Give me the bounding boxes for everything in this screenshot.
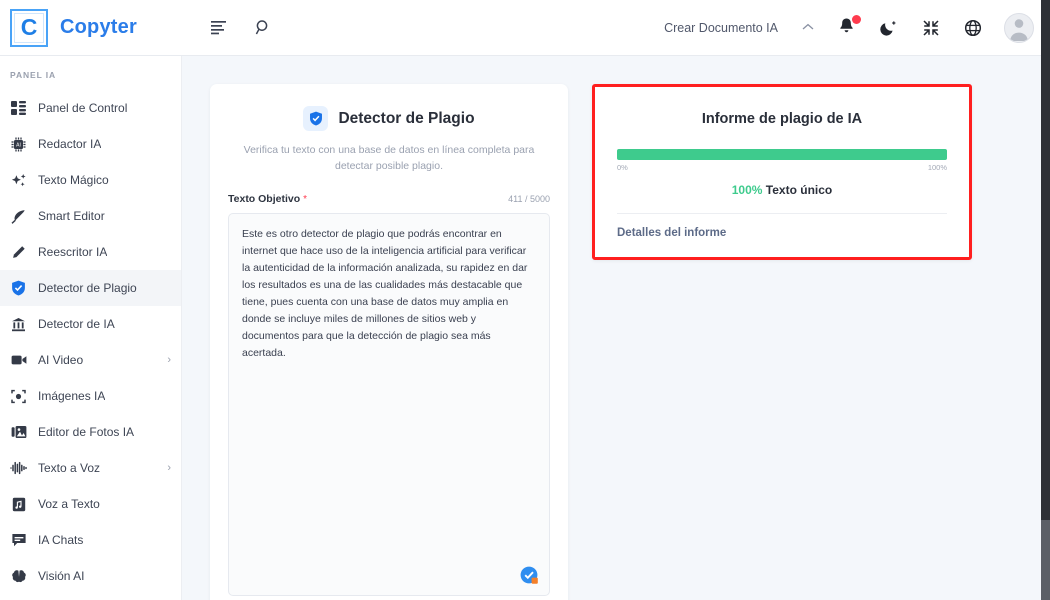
target-text-input[interactable]: Este es otro detector de plagio que podr… <box>228 212 550 596</box>
sidebar-item-detector-de-plagio[interactable]: Detector de Plagio <box>0 270 181 306</box>
report-details-link[interactable]: Detalles del informe <box>617 227 947 239</box>
photo-edit-icon <box>10 425 27 439</box>
sidebar-item-label: IA Chats <box>38 533 84 547</box>
image-frame-icon <box>10 389 27 404</box>
pencil-icon <box>10 245 27 260</box>
sidebar-item-ia-chats[interactable]: IA Chats <box>0 522 181 558</box>
divider <box>617 213 947 214</box>
feather-pen-icon <box>10 209 27 224</box>
sidebar-item-label: Reescritor IA <box>38 245 108 259</box>
scale-max-label: 100% <box>927 163 947 172</box>
sidebar-item-reescritor-ia[interactable]: Reescritor IA <box>0 234 181 270</box>
header-icon-group <box>182 17 274 39</box>
dashboard-icon <box>10 101 27 115</box>
sidebar-item-label: Smart Editor <box>38 209 105 223</box>
notifications-button[interactable] <box>838 14 861 39</box>
progress-scale: 0% 100% <box>617 163 947 172</box>
sidebar-item-label: Imágenes IA <box>38 389 106 403</box>
sidebar-item-texto-a-voz[interactable]: Texto a Voz › <box>0 450 181 486</box>
list-lines-icon[interactable] <box>208 17 230 39</box>
shield-check-icon <box>10 280 27 296</box>
chevron-right-icon: › <box>167 354 171 366</box>
sidebar-item-label: Texto Mágico <box>38 173 109 187</box>
page-body: PANEL IA Panel de Control AI Redactor IA… <box>0 56 1050 600</box>
sidebar-item-label: AI Video <box>38 353 84 367</box>
header-actions: Crear Documento IA <box>664 12 1050 43</box>
score-line: 100% Texto único <box>617 183 947 197</box>
bank-ai-icon <box>10 317 27 332</box>
app-root: C Copyter Crear Documento IA PANEL IA Pa… <box>0 0 1050 600</box>
sidebar-item-label: Texto a Voz <box>38 461 101 475</box>
sidebar-item-label: Panel de Control <box>38 101 128 115</box>
sidebar-item-vision-ai[interactable]: Visión AI <box>0 558 181 594</box>
sidebar-section-label: PANEL IA <box>10 70 57 80</box>
brain-icon <box>10 569 27 584</box>
main-content: Detector de Plagio Verifica tu texto con… <box>182 56 1050 600</box>
collapse-arrows-icon[interactable] <box>920 17 942 39</box>
score-percent: 100% <box>731 183 763 197</box>
svg-text:AI: AI <box>16 142 21 148</box>
top-header: C Copyter Crear Documento IA <box>0 0 1050 56</box>
logo-letter: C <box>20 14 38 40</box>
waveform-icon <box>10 461 27 475</box>
sidebar-item-editor-de-fotos-ia[interactable]: Editor de Fotos IA <box>0 414 181 450</box>
sidebar-item-label: Detector de IA <box>38 317 115 331</box>
chat-bubble-icon <box>10 533 27 547</box>
moon-icon[interactable] <box>878 17 900 39</box>
brand-logo[interactable]: C Copyter <box>0 8 182 47</box>
chevron-right-icon: › <box>167 462 171 474</box>
notification-dot <box>852 14 861 24</box>
page-title: Detector de Plagio <box>338 109 475 127</box>
chip-ai-icon: AI <box>10 137 27 152</box>
sidebar-item-label: Visión AI <box>38 569 85 583</box>
plagiarism-detector-card: Detector de Plagio Verifica tu texto con… <box>210 84 568 600</box>
video-camera-icon <box>10 354 27 366</box>
report-card-wrapper: Informe de plagio de IA 0% 100% 100% Tex… <box>592 84 972 260</box>
sidebar-item-label: Redactor IA <box>38 137 102 151</box>
sidebar-item-detector-de-ia[interactable]: Detector de IA <box>0 306 181 342</box>
sidebar-item-label: Detector de Plagio <box>38 281 137 295</box>
sidebar-item-texto-magico[interactable]: Texto Mágico <box>0 162 181 198</box>
sidebar-item-redactor-ia[interactable]: AI Redactor IA <box>0 126 181 162</box>
required-marker: * <box>303 193 308 205</box>
user-avatar-icon[interactable] <box>1004 12 1034 43</box>
sidebar-item-ai-video[interactable]: AI Video › <box>0 342 181 378</box>
scrollbar-thumb[interactable] <box>1041 0 1050 520</box>
score-label: Texto único <box>765 183 833 197</box>
create-document-button[interactable]: Crear Documento IA <box>664 21 778 35</box>
logo-mark: C <box>10 8 48 47</box>
sidebar-item-smart-editor[interactable]: Smart Editor <box>0 198 181 234</box>
progress-fill <box>617 149 947 160</box>
globe-icon[interactable] <box>962 17 984 39</box>
sidebar-item-label: Voz a Texto <box>38 497 100 511</box>
report-title: Informe de plagio de IA <box>701 111 863 127</box>
character-counter: 411 / 5000 <box>508 193 550 204</box>
grammar-check-badge-icon[interactable] <box>520 566 539 585</box>
sidebar-item-label: Editor de Fotos IA <box>38 425 135 439</box>
shield-check-icon <box>303 106 329 131</box>
card-header: Detector de Plagio <box>228 106 550 131</box>
ai-plagiarism-report-card: Informe de plagio de IA 0% 100% 100% Tex… <box>592 84 972 260</box>
search-icon[interactable] <box>252 17 274 39</box>
field-header: Texto Objetivo * 411 / 5000 <box>228 193 550 205</box>
page-scrollbar[interactable] <box>1041 0 1050 600</box>
chevron-up-icon[interactable] <box>798 22 818 34</box>
sidebar-item-voz-a-texto[interactable]: Voz a Texto <box>0 486 181 522</box>
brand-name: Copyter <box>60 16 137 38</box>
target-text-value: Este es otro detector de plagio que podr… <box>242 227 528 359</box>
sidebar-item-panel-de-control[interactable]: Panel de Control <box>0 90 181 126</box>
sidebar: PANEL IA Panel de Control AI Redactor IA… <box>0 56 182 600</box>
magic-sparkle-icon <box>10 173 27 188</box>
uniqueness-progress-bar <box>617 149 947 160</box>
card-subtitle: Verifica tu texto con una base de datos … <box>243 144 535 172</box>
scale-min-label: 0% <box>617 163 628 172</box>
audio-file-icon <box>10 497 27 512</box>
sidebar-item-imagenes-ia[interactable]: Imágenes IA <box>0 378 181 414</box>
target-text-label: Texto Objetivo <box>228 192 301 205</box>
